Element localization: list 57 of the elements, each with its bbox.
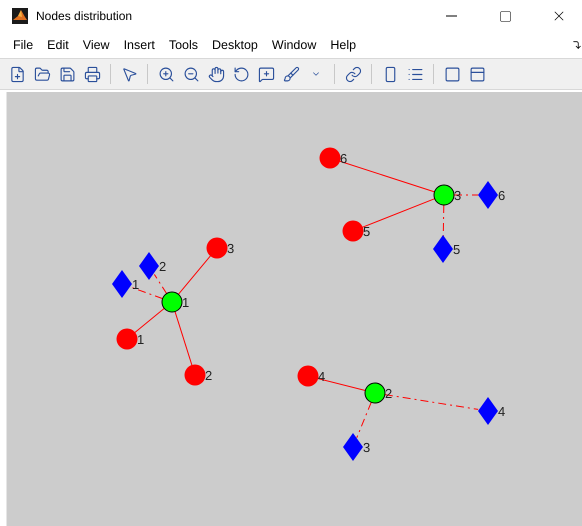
minimize-icon — [446, 15, 456, 17]
node-marker — [320, 148, 340, 168]
zoom-out-icon — [182, 66, 200, 82]
node-label: 1 — [137, 332, 144, 347]
diamond-marker — [112, 270, 132, 298]
app-logo-icon — [12, 8, 28, 24]
link-line — [174, 311, 192, 366]
panel-icon — [468, 66, 486, 82]
node-marker — [206, 238, 228, 258]
link-line — [178, 255, 212, 295]
node-label: 1 — [132, 277, 140, 292]
node-marker — [298, 366, 318, 386]
diamond-marker — [478, 181, 498, 209]
pointer-icon — [120, 66, 138, 82]
folder-icon — [34, 66, 50, 82]
head-node-marker — [434, 184, 454, 206]
diamond-marker — [139, 252, 159, 280]
node-label: 4 — [498, 404, 506, 419]
node-label: 1 — [182, 295, 190, 310]
brush-icon — [282, 66, 300, 82]
rotate-icon — [232, 66, 250, 82]
node-marker — [342, 220, 364, 242]
link-icon — [344, 66, 362, 82]
square-icon — [444, 66, 460, 82]
new-file-icon — [8, 66, 26, 82]
node-label: 2 — [159, 259, 166, 274]
zoom-in-icon — [158, 66, 174, 82]
window-title: Nodes distribution — [36, 9, 134, 23]
node-marker — [116, 328, 138, 350]
diamond-marker — [478, 397, 498, 425]
save-icon — [58, 66, 76, 82]
diamond-marker — [433, 235, 453, 263]
node-label: 5 — [363, 224, 370, 239]
dock-arrow-icon[interactable] — [572, 40, 582, 50]
menu-item[interactable]: View — [76, 36, 117, 54]
node-label: 2 — [205, 368, 212, 383]
menu-item[interactable]: Help — [323, 36, 364, 54]
menu-item[interactable]: Edit — [40, 36, 76, 54]
node-label: 5 — [453, 242, 460, 257]
node-label: 3 — [363, 440, 370, 455]
link-line — [134, 308, 165, 334]
node-label: 6 — [498, 188, 506, 203]
hand-icon — [208, 66, 224, 82]
diamond-marker — [343, 433, 363, 461]
link-line — [454, 194, 478, 196]
head-node-marker — [162, 292, 182, 312]
link-line — [356, 402, 372, 438]
menu-item[interactable]: Tools — [162, 36, 206, 54]
node-label: 3 — [227, 241, 234, 256]
menu-item[interactable]: Desktop — [205, 36, 265, 54]
menu-item[interactable]: File — [6, 36, 40, 54]
head-node-marker — [364, 382, 386, 404]
node-marker — [184, 364, 206, 386]
menu-item[interactable]: Insert — [116, 36, 162, 54]
maximize-icon — [498, 10, 512, 22]
print-icon — [84, 66, 100, 82]
menu-item[interactable]: Window — [264, 36, 324, 54]
